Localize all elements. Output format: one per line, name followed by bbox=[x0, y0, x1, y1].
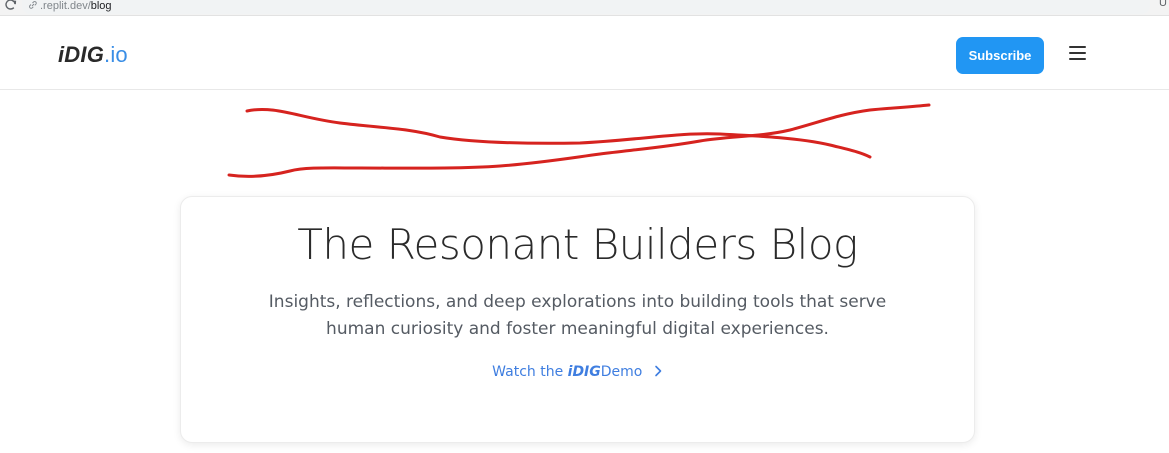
page-title: The Resonant Builders Blog bbox=[297, 220, 858, 269]
cta-brand: iDIG bbox=[567, 364, 601, 380]
site-header: iDIG.io Subscribe bbox=[0, 18, 1169, 90]
link-icon bbox=[29, 1, 37, 9]
hero-subtitle: Insights, reflections, and deep explorat… bbox=[268, 292, 887, 339]
chevron-right-icon bbox=[655, 365, 662, 377]
watch-demo-link[interactable]: Watch the iDIGDemo bbox=[492, 362, 663, 382]
url-host: .replit.dev/ bbox=[40, 0, 91, 12]
hamburger-menu-button[interactable] bbox=[1066, 46, 1088, 64]
address-bar[interactable]: .replit.dev/blog bbox=[22, 0, 1150, 14]
browser-toolbar: .replit.dev/blog Ů bbox=[0, 0, 1169, 16]
reload-icon[interactable] bbox=[4, 0, 18, 12]
subscribe-button[interactable]: Subscribe bbox=[956, 37, 1044, 74]
site-logo[interactable]: iDIG.io bbox=[58, 42, 128, 68]
cta-suffix: Demo bbox=[600, 364, 643, 380]
hero-card: The Resonant Builders Blog Insights, ref… bbox=[180, 196, 975, 443]
url-path: blog bbox=[90, 0, 112, 12]
logo-tld: .io bbox=[104, 42, 128, 67]
cta-prefix: Watch the bbox=[492, 364, 568, 380]
logo-main: iDIG bbox=[58, 42, 105, 67]
browser-right-glyph: Ů bbox=[1159, 0, 1167, 9]
red-scribble-annotation bbox=[227, 103, 931, 178]
hamburger-icon bbox=[1068, 46, 1086, 48]
